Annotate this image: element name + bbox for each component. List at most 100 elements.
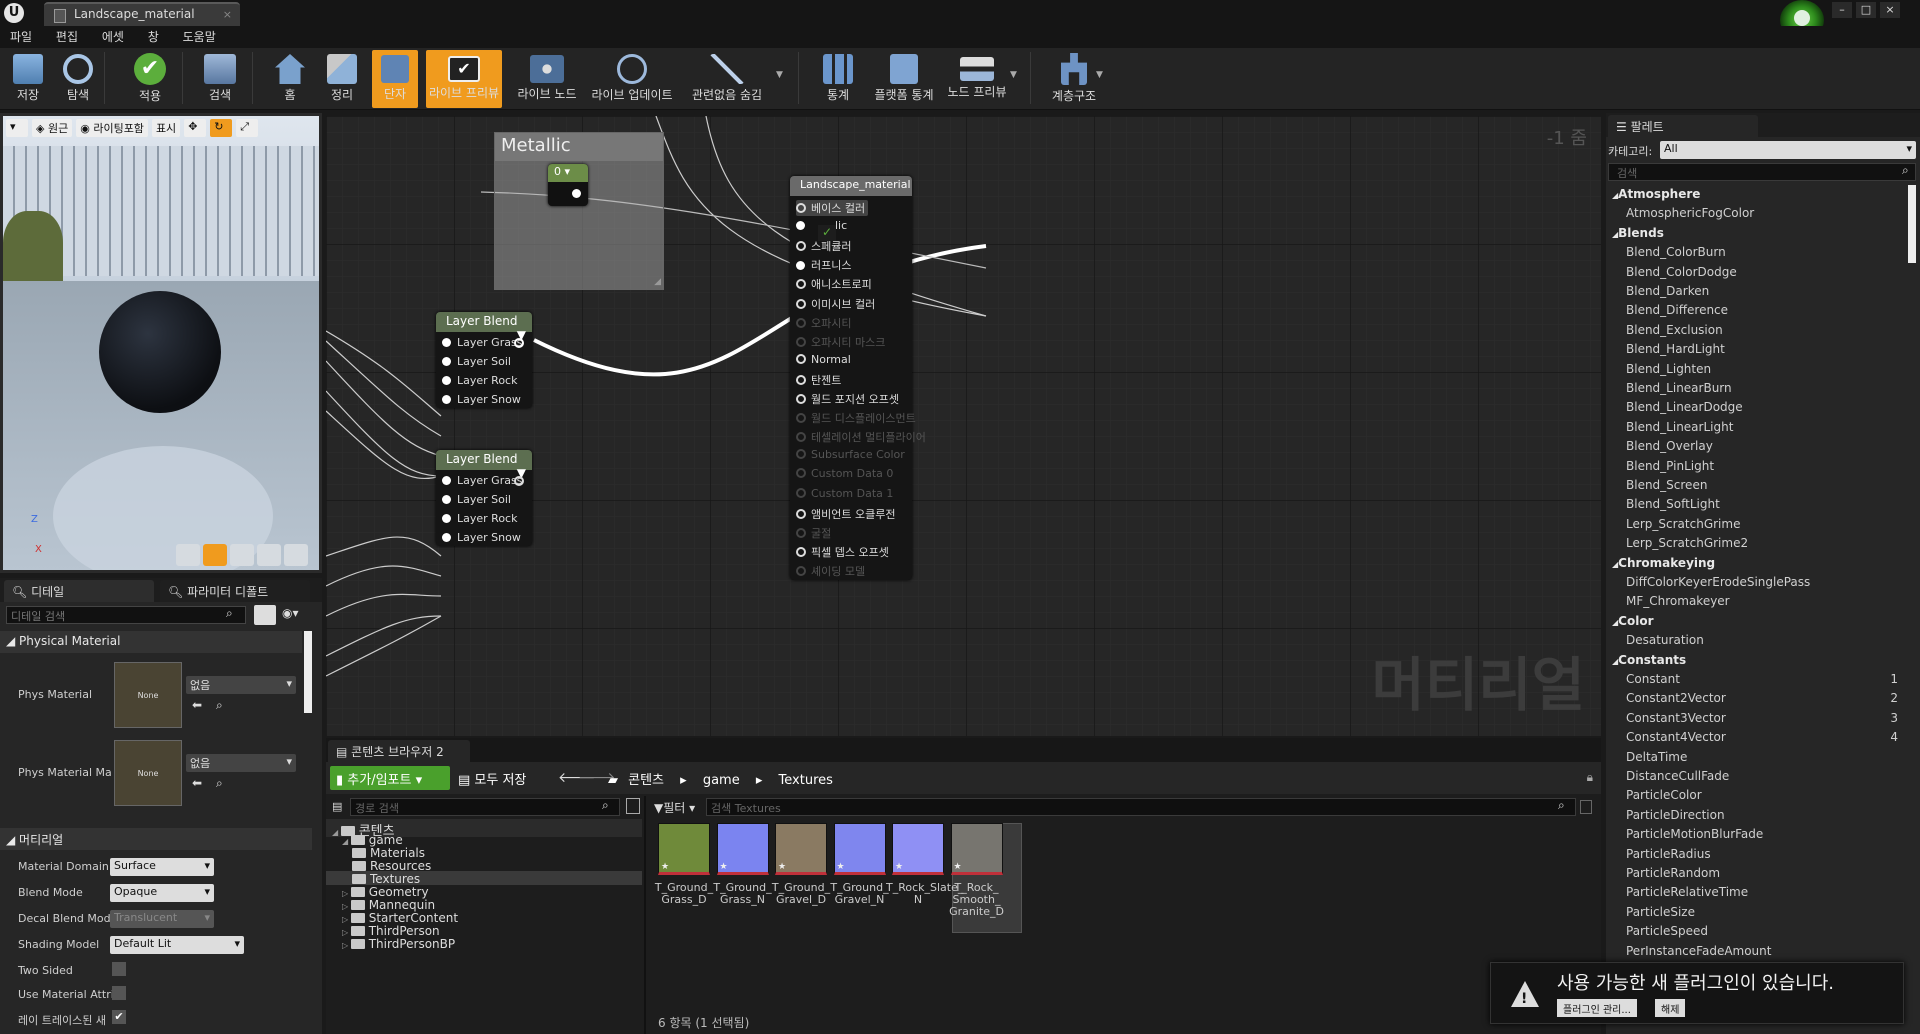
connectors-button[interactable]: 단자: [372, 50, 418, 108]
palette-scrollbar[interactable]: [1908, 185, 1916, 263]
two-sided-checkbox[interactable]: [112, 962, 126, 976]
teapot-shape-icon[interactable]: [284, 544, 308, 566]
result-input-pin[interactable]: 테셀레이션 멀티플라이어: [796, 429, 926, 445]
result-input-pin[interactable]: 오파시티 마스크: [796, 334, 885, 350]
ray-traced-shadows-checkbox[interactable]: ✔: [112, 1010, 126, 1024]
cylinder-shape-icon[interactable]: [176, 544, 200, 566]
maximize-viewport-icon[interactable]: ⤢: [236, 119, 259, 137]
result-input-pin[interactable]: 월드 디스플레이스먼트: [796, 410, 916, 426]
pin-connector[interactable]: [796, 241, 806, 252]
palette-entry[interactable]: ParticleRadius: [1626, 847, 1711, 861]
use-selected-arrow-icon[interactable]: ⬅: [192, 698, 202, 712]
dismiss-button[interactable]: 해제: [1655, 999, 1686, 1017]
clean-up-button[interactable]: 정리: [320, 50, 364, 108]
asset-thumbnail[interactable]: ★: [775, 823, 827, 875]
pin-connector[interactable]: [796, 203, 806, 213]
viewport-options-dropdown[interactable]: ▾: [6, 119, 28, 137]
stats-button[interactable]: 통계: [816, 50, 860, 108]
close-window-button[interactable]: ×: [1880, 2, 1900, 18]
browse-search-icon[interactable]: ⌕: [216, 698, 223, 713]
breadcrumb-textures[interactable]: Textures: [779, 773, 833, 788]
result-input-pin[interactable]: 탄젠트: [796, 372, 841, 388]
palette-entry[interactable]: Blend_HardLight: [1626, 342, 1725, 356]
asset-thumbnail[interactable]: ★: [716, 823, 769, 875]
layer-snow-pin[interactable]: Layer Snow: [442, 531, 521, 544]
asset-search-input[interactable]: 검색 Textures: [706, 798, 1576, 816]
live-nodes-button[interactable]: 라이브 노드: [514, 50, 580, 108]
maximize-button[interactable]: □: [1856, 2, 1876, 18]
tree-folder[interactable]: ▷ ThirdPersonBP: [342, 937, 455, 951]
tree-folder[interactable]: ▷ Geometry: [342, 885, 429, 899]
layer-blend-output-pin[interactable]: [514, 476, 524, 486]
menu-help[interactable]: 도움말: [173, 26, 226, 48]
palette-entry[interactable]: Constant2Vector: [1626, 691, 1726, 705]
show-button[interactable]: 표시: [151, 119, 181, 137]
menu-asset[interactable]: 에셋: [92, 26, 134, 48]
hide-unrelated-dropdown-arrow[interactable]: ▼: [776, 70, 783, 80]
tree-folder[interactable]: ▷ StarterContent: [342, 911, 458, 925]
material-graph-canvas[interactable]: -1 줌 머티리얼 Metallic ◢ 0 ▾ Layer Blend ▼ La…: [326, 116, 1601, 736]
palette-entry[interactable]: Constant4Vector: [1626, 730, 1726, 744]
layer-soil-pin[interactable]: Layer Soil: [442, 355, 511, 368]
result-input-pin[interactable]: 러프니스: [796, 257, 851, 273]
save-search-icon[interactable]: [1580, 800, 1592, 814]
browse-button[interactable]: 탐색: [56, 50, 100, 108]
pin-connector[interactable]: [796, 508, 806, 519]
asset-thumbnail[interactable]: ★: [658, 823, 710, 875]
palette-entry[interactable]: Blend_PinLight: [1626, 459, 1714, 473]
minimize-button[interactable]: –: [1832, 2, 1852, 18]
palette-category[interactable]: ◢Chromakeying: [1612, 556, 1715, 570]
preview-viewport[interactable]: Z X: [3, 116, 319, 570]
result-input-pin[interactable]: 픽셀 뎁스 오프셋: [796, 544, 889, 560]
phys-material-mask-picker[interactable]: 없음 ▾: [186, 754, 296, 772]
asset-thumbnail[interactable]: ★: [833, 823, 886, 875]
node-preview-button[interactable]: 노드 프리뷰: [944, 50, 1010, 108]
result-input-pin[interactable]: Custom Data 0: [796, 467, 893, 480]
tab-palette[interactable]: ☰ 팔레트: [1608, 115, 1758, 137]
pin-connector[interactable]: [796, 374, 806, 385]
pin-connector[interactable]: [796, 487, 806, 498]
save-all-button[interactable]: ▤ 모두 저장: [458, 769, 526, 788]
constant-output-pin[interactable]: [572, 189, 581, 198]
perspective-button[interactable]: ◈ 원근: [32, 119, 73, 137]
physical-material-section[interactable]: ◢ Physical Material: [0, 631, 302, 653]
pin-connector[interactable]: [796, 279, 806, 290]
palette-entry[interactable]: ParticleDirection: [1626, 808, 1725, 822]
tab-content-browser[interactable]: ▤ 콘텐츠 브라우저 2: [328, 740, 470, 762]
tree-folder[interactable]: ▷ Mannequin: [342, 898, 435, 912]
palette-entry[interactable]: Blend_LinearDodge: [1626, 400, 1743, 414]
lit-mode-button[interactable]: ◉ 라이팅포함: [76, 119, 148, 137]
sphere-shape-icon[interactable]: [203, 544, 227, 566]
palette-entry[interactable]: DiffColorKeyerErodeSinglePass: [1626, 575, 1810, 589]
layer-rock-pin[interactable]: Layer Rock: [442, 374, 517, 387]
category-dropdown[interactable]: All ▾: [1660, 141, 1916, 159]
menu-file[interactable]: 파일: [0, 26, 42, 48]
tab-parameter-defaults[interactable]: 🔍︎ 파라미터 디폴트: [160, 580, 310, 602]
palette-entry[interactable]: ParticleSize: [1626, 905, 1695, 919]
tree-folder[interactable]: Resources: [352, 859, 431, 873]
palette-category[interactable]: ◢Constants: [1612, 653, 1686, 667]
layer-rock-pin[interactable]: Layer Rock: [442, 512, 517, 525]
palette-entry[interactable]: AtmosphericFogColor: [1626, 206, 1754, 220]
pin-connector[interactable]: [796, 432, 806, 443]
palette-entry[interactable]: Blend_Lighten: [1626, 362, 1711, 376]
search-button[interactable]: 검색: [198, 50, 242, 108]
menu-edit[interactable]: 편집: [46, 26, 88, 48]
phys-material-mask-thumbnail[interactable]: None: [114, 740, 182, 806]
breadcrumb-game[interactable]: game: [703, 773, 740, 788]
palette-entry[interactable]: Desaturation: [1626, 633, 1704, 647]
translate-icon[interactable]: ✥: [184, 119, 207, 137]
palette-entry[interactable]: ParticleSpeed: [1626, 924, 1708, 938]
palette-entry[interactable]: Blend_LinearLight: [1626, 420, 1733, 434]
constant-value[interactable]: 0 ▾: [548, 164, 588, 182]
rotate-icon[interactable]: ↻: [210, 119, 233, 137]
palette-entry[interactable]: Blend_Screen: [1626, 478, 1707, 492]
palette-entry[interactable]: ParticleRelativeTime: [1626, 885, 1748, 899]
constant-node[interactable]: 0 ▾: [548, 164, 588, 206]
palette-entry[interactable]: Lerp_ScratchGrime: [1626, 517, 1740, 531]
document-tab[interactable]: Landscape_material ×: [44, 2, 240, 26]
layer-blend-output-pin[interactable]: [514, 338, 524, 348]
palette-entry[interactable]: ParticleRandom: [1626, 866, 1720, 880]
cube-shape-icon[interactable]: [257, 544, 281, 566]
metallic-comment-box[interactable]: Metallic ◢: [494, 132, 664, 290]
